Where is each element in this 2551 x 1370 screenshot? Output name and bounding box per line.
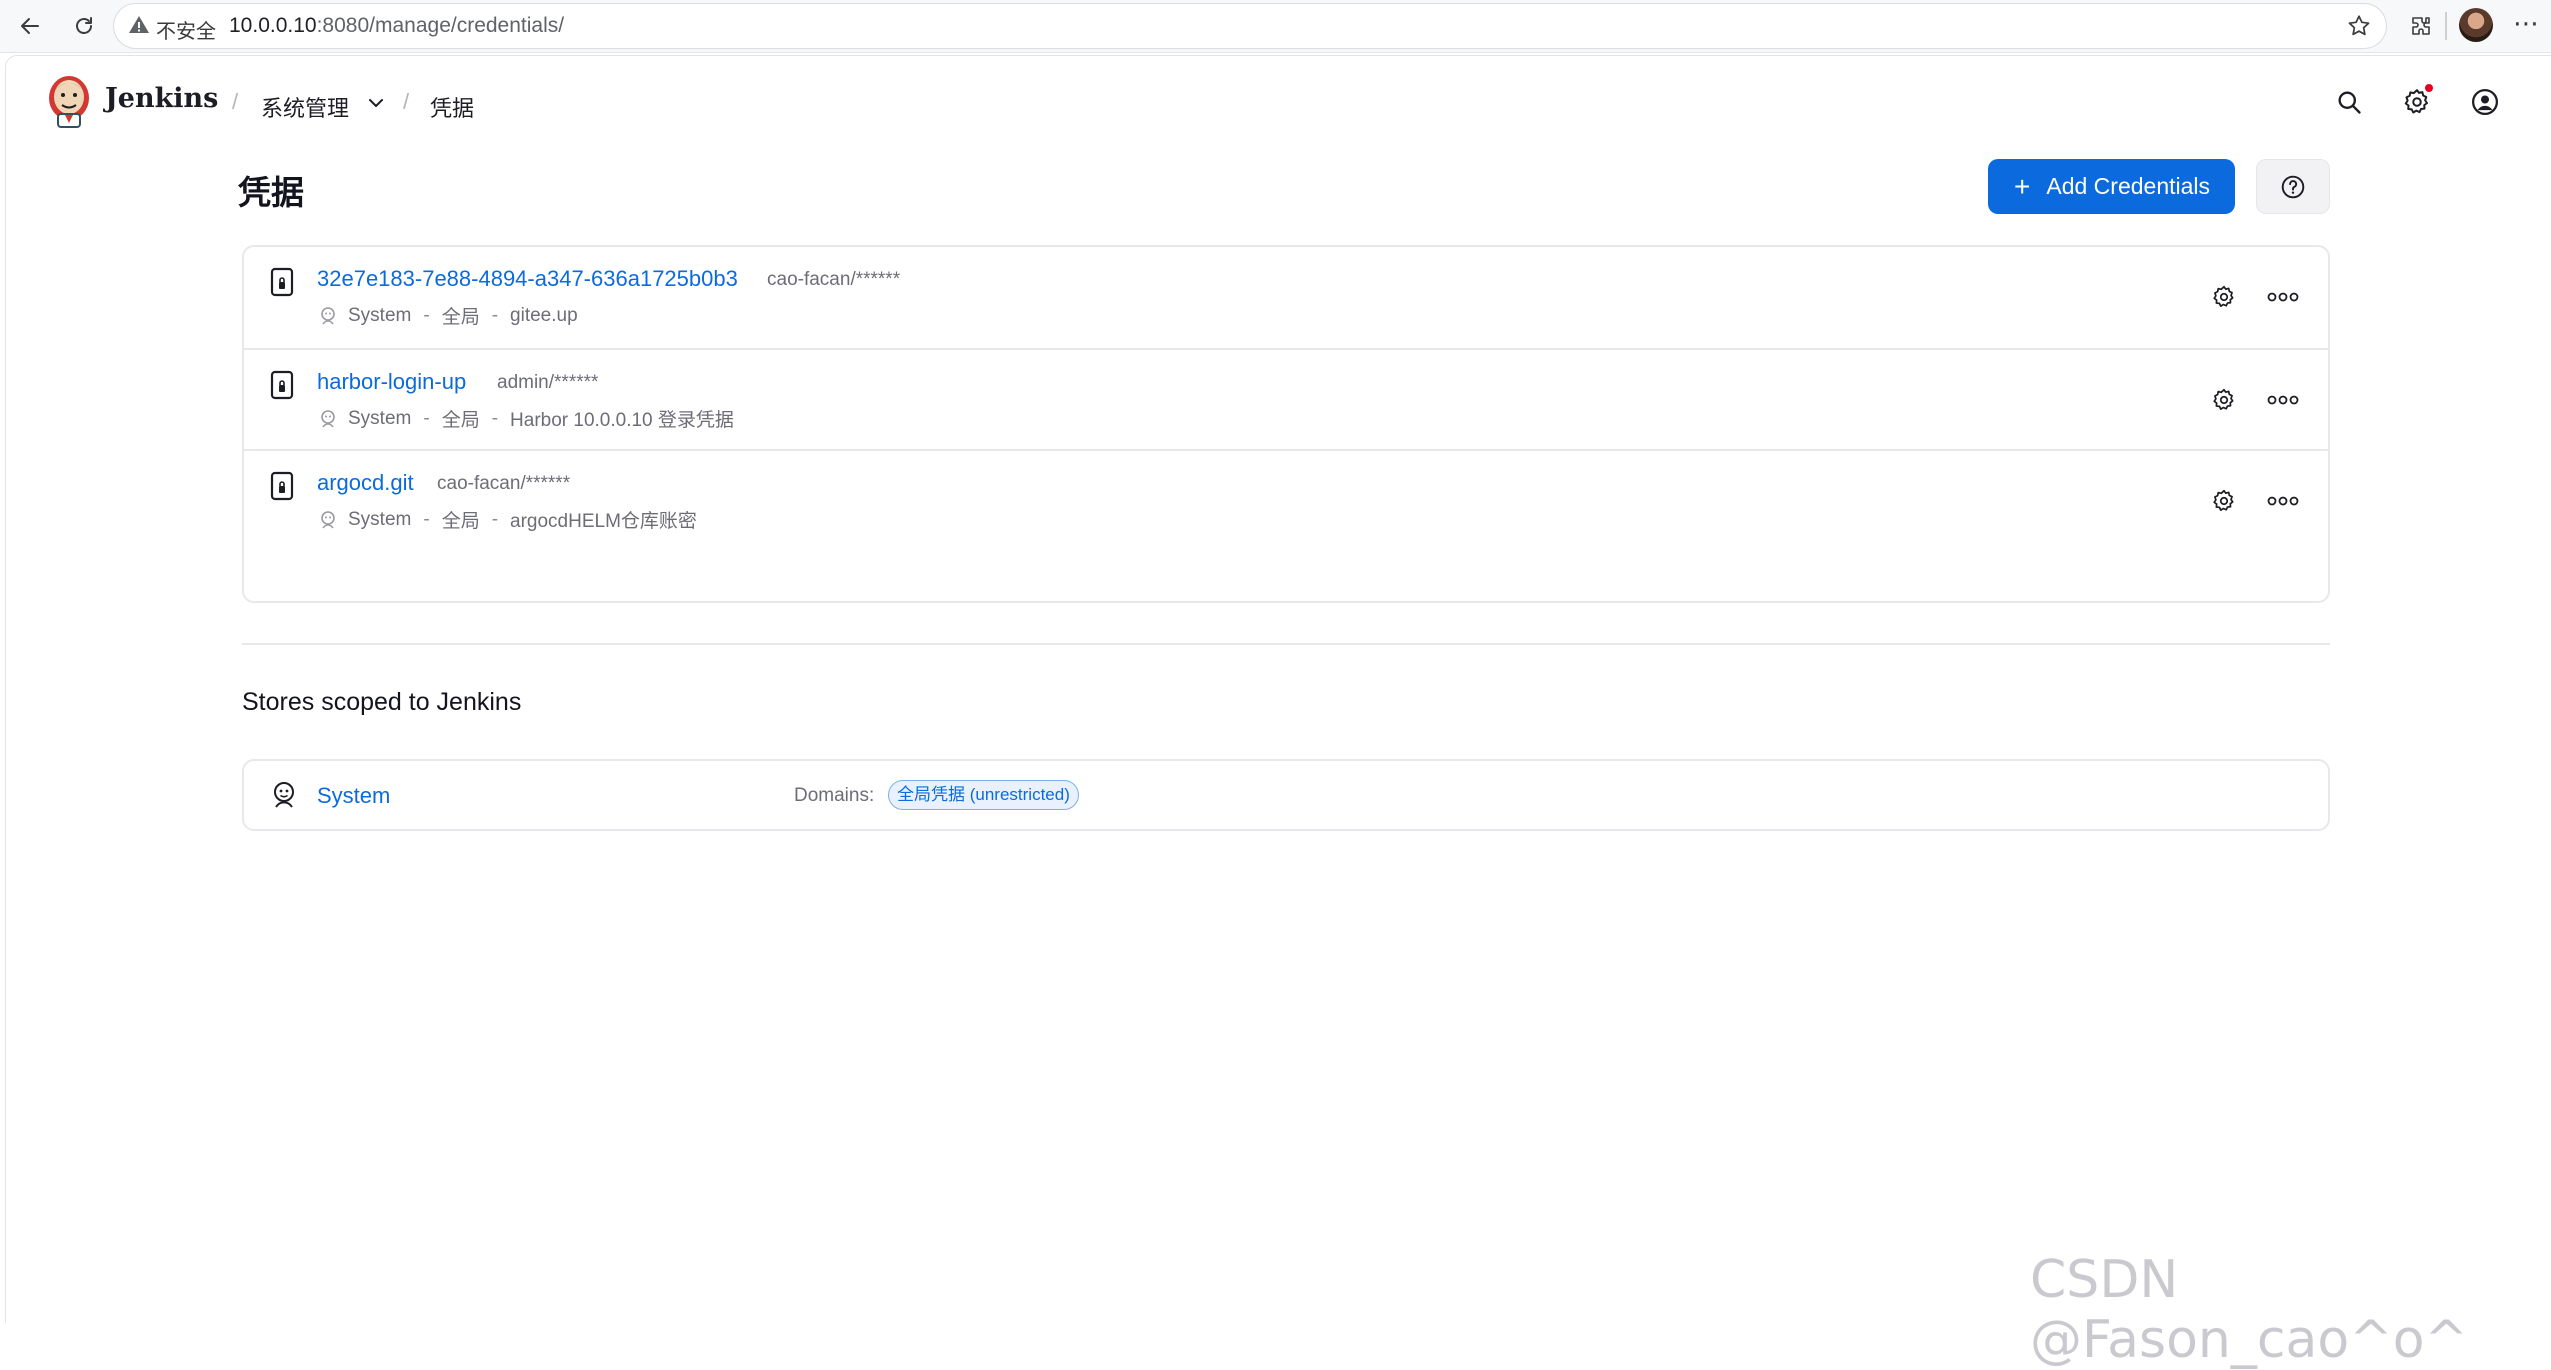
domains-label: Domains: (794, 785, 875, 806)
settings-gear-icon[interactable] (2397, 82, 2437, 122)
credential-description: gitee.up (510, 304, 578, 326)
system-store-icon (321, 409, 335, 427)
credential-store: System (348, 407, 412, 429)
system-store-icon (274, 782, 294, 808)
jenkins-logo-icon[interactable] (44, 73, 94, 129)
warning-triangle-icon (129, 16, 149, 33)
profile-avatar[interactable] (2459, 8, 2493, 42)
credential-id-link[interactable]: 32e7e183-7e88-4894-a347-636a1725b0b3 (317, 266, 738, 292)
credential-device-icon (270, 471, 294, 501)
credential-user: cao-facan/****** (437, 473, 571, 494)
credential-store: System (348, 508, 412, 530)
jenkins-brand[interactable]: Jenkins (105, 83, 218, 114)
notification-dot (2425, 84, 2433, 92)
credential-settings-icon[interactable] (2207, 280, 2241, 314)
credential-store: System (348, 304, 412, 326)
store-system-link[interactable]: System (317, 783, 390, 809)
credential-meta: System - 全局 - Harbor 10.0.0.10 登录凭据 (317, 405, 734, 432)
page-title: 凭据 (238, 174, 304, 211)
breadcrumb-credentials[interactable]: 凭据 (430, 91, 474, 123)
breadcrumb-separator: / (403, 89, 410, 114)
jenkins-page: Jenkins / 系统管理 / 凭据 凭据 + Add Credentials… (5, 55, 2551, 1323)
insecure-label: 不安全 (156, 21, 216, 43)
search-icon[interactable] (2329, 82, 2369, 122)
user-account-icon[interactable] (2465, 82, 2505, 122)
toolbar-divider (2445, 12, 2447, 40)
credential-id-link[interactable]: argocd.git (317, 470, 414, 496)
back-arrow-icon[interactable] (13, 9, 47, 43)
credential-row: harbor-login-up admin/****** System - 全局… (244, 348, 2328, 449)
credential-more-icon[interactable] (2263, 383, 2303, 417)
credential-device-icon (270, 370, 294, 400)
credential-more-icon[interactable] (2263, 280, 2303, 314)
breadcrumb-separator: / (232, 89, 239, 114)
meta-separator: - (491, 508, 499, 530)
reload-icon[interactable] (67, 9, 101, 43)
url-text: 10.0.0.10:8080/manage/credentials/ (229, 14, 565, 37)
section-divider (242, 643, 2330, 645)
credential-settings-icon[interactable] (2207, 484, 2241, 518)
credential-user: cao-facan/****** (767, 269, 901, 290)
chevron-down-icon[interactable] (364, 91, 388, 115)
credential-id-link[interactable]: harbor-login-up (317, 369, 466, 395)
domain-chip-global[interactable]: 全局凭据 (unrestricted) (888, 780, 1079, 810)
meta-separator: - (491, 407, 499, 429)
credential-device-icon (270, 267, 294, 297)
address-bar[interactable]: 不安全 10.0.0.10:8080/manage/credentials/ (113, 3, 2387, 49)
system-store-icon (321, 510, 335, 528)
help-question-icon (2281, 175, 2305, 198)
bookmark-star-icon[interactable] (2346, 13, 2372, 39)
meta-separator: - (491, 304, 499, 326)
extensions-icon[interactable] (2404, 9, 2438, 43)
credential-domain: 全局 (441, 511, 480, 532)
meta-separator: - (423, 508, 430, 530)
credentials-table: 32e7e183-7e88-4894-a347-636a1725b0b3 cao… (242, 245, 2330, 603)
credential-row: 32e7e183-7e88-4894-a347-636a1725b0b3 cao… (244, 247, 2328, 348)
credential-settings-icon[interactable] (2207, 383, 2241, 417)
credential-user: admin/****** (497, 372, 599, 393)
help-button[interactable] (2256, 159, 2330, 214)
breadcrumb-manage[interactable]: 系统管理 (261, 91, 349, 123)
plus-icon: + (2014, 170, 2031, 202)
credential-row: argocd.git cao-facan/****** System - 全局 … (244, 449, 2328, 601)
system-store-icon (321, 306, 335, 324)
add-credentials-label: Add Credentials (2046, 173, 2211, 199)
stores-heading: Stores scoped to Jenkins (242, 688, 522, 716)
stores-table: System Domains: 全局凭据 (unrestricted) (242, 759, 2330, 831)
credential-domain: 全局 (441, 307, 480, 328)
credential-meta: System - 全局 - gitee.up (317, 302, 578, 329)
meta-separator: - (423, 407, 430, 429)
credential-description: argocdHELM仓库账密 (510, 511, 697, 532)
credential-description: Harbor 10.0.0.10 登录凭据 (510, 410, 734, 431)
browser-menu-icon[interactable]: ⋯ (2513, 8, 2540, 39)
meta-separator: - (423, 304, 430, 326)
add-credentials-button[interactable]: + Add Credentials (1988, 159, 2235, 214)
credential-more-icon[interactable] (2263, 484, 2303, 518)
credential-meta: System - 全局 - argocdHELM仓库账密 (317, 506, 697, 533)
credential-domain: 全局 (441, 410, 480, 431)
watermark: CSDN @Fason_cao^o^ (2030, 1250, 2469, 1370)
browser-toolbar: 不安全 10.0.0.10:8080/manage/credentials/ ⋯ (0, 0, 2551, 53)
